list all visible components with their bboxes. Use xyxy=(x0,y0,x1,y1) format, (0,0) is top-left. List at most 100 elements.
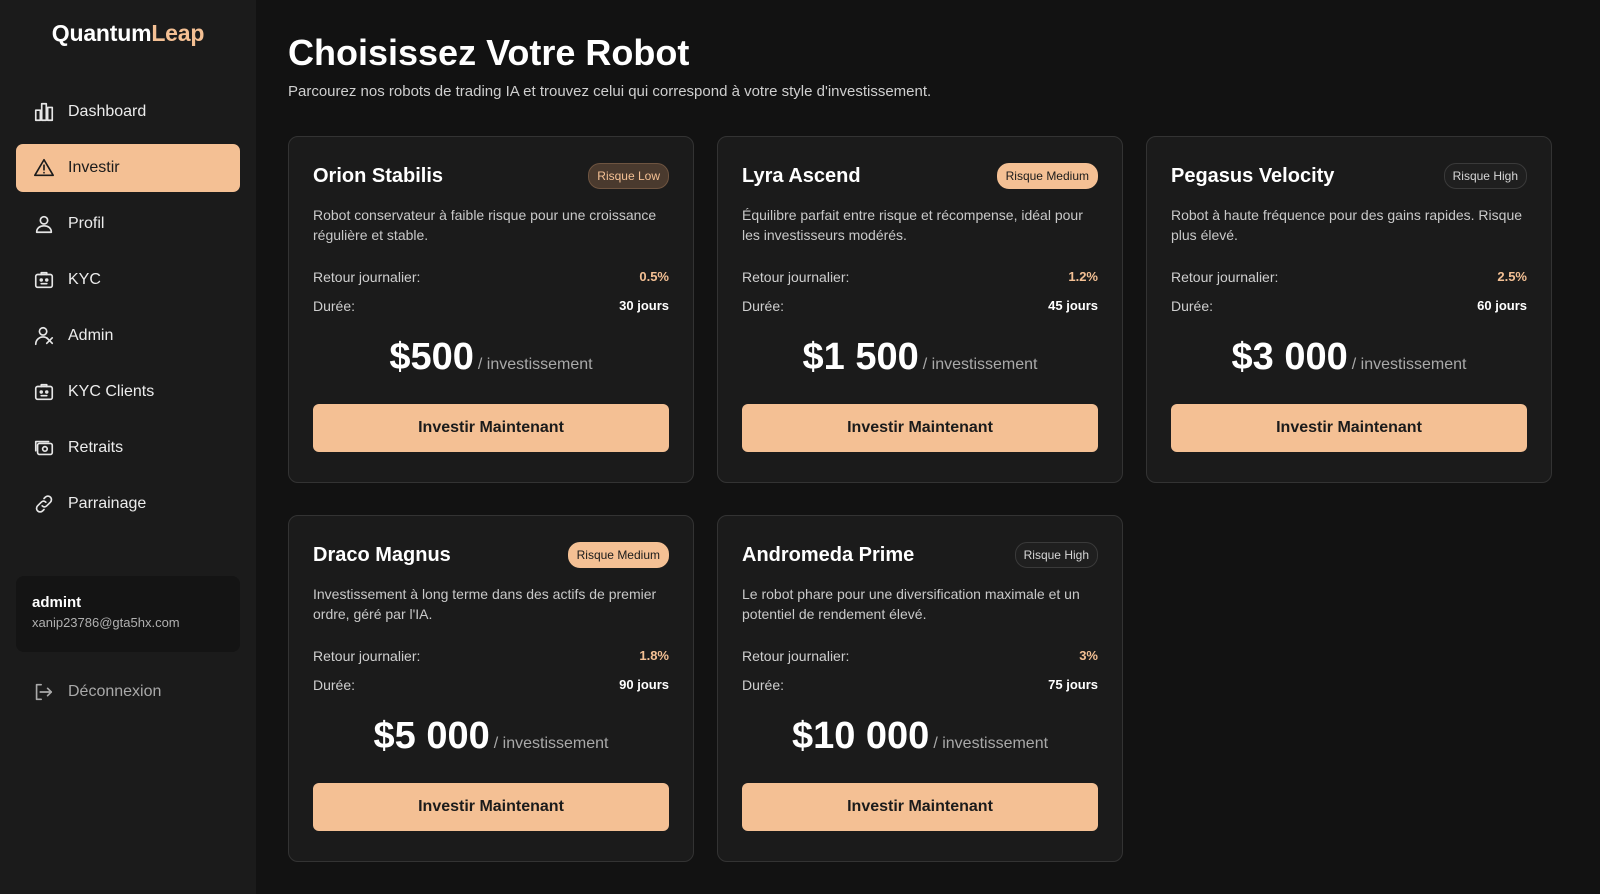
sidebar-nav: Dashboard Investir Profil KYC Admin KYC … xyxy=(16,88,240,536)
robot-name: Draco Magnus xyxy=(313,543,451,566)
robot-description: Investissement à long terme dans des act… xyxy=(313,586,657,622)
user-name: admint xyxy=(32,594,82,611)
robot-card: Draco Magnus Risque Medium Investissemen… xyxy=(288,515,694,862)
sidebar-item-label: Profil xyxy=(68,215,105,232)
id-card-icon xyxy=(32,268,56,292)
invest-now-button[interactable]: Investir Maintenant xyxy=(742,404,1098,452)
bar-chart-icon xyxy=(32,100,56,124)
robot-card: Pegasus Velocity Risque High Robot à hau… xyxy=(1146,136,1552,483)
price: $1 500/ investissement xyxy=(742,336,1098,382)
robot-description: Le robot phare pour une diversification … xyxy=(742,586,1080,622)
invest-now-button[interactable]: Investir Maintenant xyxy=(313,404,669,452)
daily-return-value: 3% xyxy=(1079,648,1098,663)
logout-button[interactable]: Déconnexion xyxy=(16,670,240,714)
duration-value: 90 jours xyxy=(619,677,669,692)
sidebar-item-kyc-clients[interactable]: KYC Clients xyxy=(16,368,240,416)
duration-value: 60 jours xyxy=(1477,298,1527,313)
duration-row: Durée: 90 jours xyxy=(313,677,669,693)
daily-return-value: 2.5% xyxy=(1497,269,1527,284)
logo-text-primary: Quantum xyxy=(51,20,152,46)
daily-return-value: 1.2% xyxy=(1068,269,1098,284)
id-card-icon xyxy=(32,380,56,404)
price: $5 000/ investissement xyxy=(313,715,669,761)
duration-row: Durée: 75 jours xyxy=(742,677,1098,693)
price: $500/ investissement xyxy=(313,336,669,382)
robot-name: Pegasus Velocity xyxy=(1171,164,1335,187)
sidebar-item-label: KYC Clients xyxy=(68,383,155,400)
daily-return-row: Retour journalier: 0.5% xyxy=(313,269,669,285)
duration-label: Durée: xyxy=(1171,298,1214,314)
duration-row: Durée: 30 jours xyxy=(313,298,669,314)
sidebar-item-label: Dashboard xyxy=(68,103,147,120)
sidebar-item-label: Parrainage xyxy=(68,495,147,512)
invest-now-button[interactable]: Investir Maintenant xyxy=(742,783,1098,831)
price-amount: $500 xyxy=(389,336,474,378)
sidebar-item-label: Admin xyxy=(68,327,114,344)
robot-card: Andromeda Prime Risque High Le robot pha… xyxy=(717,515,1123,862)
risk-badge: Risque Medium xyxy=(567,542,669,568)
robot-card: Orion Stabilis Risque Low Robot conserva… xyxy=(288,136,694,483)
invest-now-button[interactable]: Investir Maintenant xyxy=(313,783,669,831)
duration-value: 30 jours xyxy=(619,298,669,313)
price-amount: $5 000 xyxy=(373,715,490,757)
price-unit: / investissement xyxy=(477,356,593,373)
duration-label: Durée: xyxy=(742,677,785,693)
daily-return-label: Retour journalier: xyxy=(742,648,850,664)
duration-value: 75 jours xyxy=(1048,677,1098,692)
sidebar: QuantumLeap Dashboard Investir Profil KY… xyxy=(0,0,256,894)
logo-text-accent: Leap xyxy=(151,20,205,46)
app-logo[interactable]: QuantumLeap xyxy=(0,20,256,47)
user-icon xyxy=(32,212,56,236)
price-unit: / investissement xyxy=(1351,356,1467,373)
daily-return-label: Retour journalier: xyxy=(313,648,421,664)
robot-description: Équilibre parfait entre risque et récomp… xyxy=(742,207,1083,243)
price-unit: / investissement xyxy=(493,735,609,752)
daily-return-row: Retour journalier: 1.2% xyxy=(742,269,1098,285)
warning-triangle-icon xyxy=(32,156,56,180)
price-unit: / investissement xyxy=(922,356,1038,373)
duration-row: Durée: 60 jours xyxy=(1171,298,1527,314)
sidebar-item-dashboard[interactable]: Dashboard xyxy=(16,88,240,136)
user-email: xanip23786@gta5hx.com xyxy=(32,615,180,630)
sidebar-item-label: Investir xyxy=(68,159,120,176)
price: $10 000/ investissement xyxy=(742,715,1098,761)
sidebar-item-label: KYC xyxy=(68,271,101,288)
sidebar-item-parrainage[interactable]: Parrainage xyxy=(16,480,240,528)
daily-return-label: Retour journalier: xyxy=(313,269,421,285)
robot-name: Andromeda Prime xyxy=(742,543,915,566)
price-amount: $1 500 xyxy=(802,336,919,378)
duration-label: Durée: xyxy=(313,677,356,693)
sidebar-item-retraits[interactable]: Retraits xyxy=(16,424,240,472)
daily-return-row: Retour journalier: 3% xyxy=(742,648,1098,664)
price-amount: $10 000 xyxy=(791,715,930,757)
duration-label: Durée: xyxy=(313,298,356,314)
price-amount: $3 000 xyxy=(1231,336,1348,378)
robot-description: Robot conservateur à faible risque pour … xyxy=(313,207,657,243)
sidebar-item-admin[interactable]: Admin xyxy=(16,312,240,360)
robot-name: Lyra Ascend xyxy=(742,164,861,187)
risk-badge: Risque High xyxy=(1443,163,1527,189)
invest-now-button[interactable]: Investir Maintenant xyxy=(1171,404,1527,452)
risk-badge: Risque Medium xyxy=(996,163,1098,189)
sidebar-item-investir[interactable]: Investir xyxy=(16,144,240,192)
duration-label: Durée: xyxy=(742,298,785,314)
robot-description: Robot à haute fréquence pour des gains r… xyxy=(1171,207,1523,243)
user-card: admint xanip23786@gta5hx.com xyxy=(16,576,240,652)
daily-return-value: 0.5% xyxy=(639,269,669,284)
robot-name: Orion Stabilis xyxy=(313,164,444,187)
user-shield-icon xyxy=(32,324,56,348)
link-icon xyxy=(32,492,56,516)
daily-return-label: Retour journalier: xyxy=(1171,269,1279,285)
robot-card: Lyra Ascend Risque Medium Équilibre parf… xyxy=(717,136,1123,483)
daily-return-value: 1.8% xyxy=(639,648,669,663)
daily-return-row: Retour journalier: 1.8% xyxy=(313,648,669,664)
risk-badge: Risque High xyxy=(1014,542,1098,568)
price: $3 000/ investissement xyxy=(1171,336,1527,382)
logout-label: Déconnexion xyxy=(68,683,162,700)
page-title: Choisissez Votre Robot xyxy=(288,32,690,73)
sidebar-item-kyc[interactable]: KYC xyxy=(16,256,240,304)
sidebar-item-profil[interactable]: Profil xyxy=(16,200,240,248)
logout-icon xyxy=(32,680,56,704)
daily-return-row: Retour journalier: 2.5% xyxy=(1171,269,1527,285)
daily-return-label: Retour journalier: xyxy=(742,269,850,285)
